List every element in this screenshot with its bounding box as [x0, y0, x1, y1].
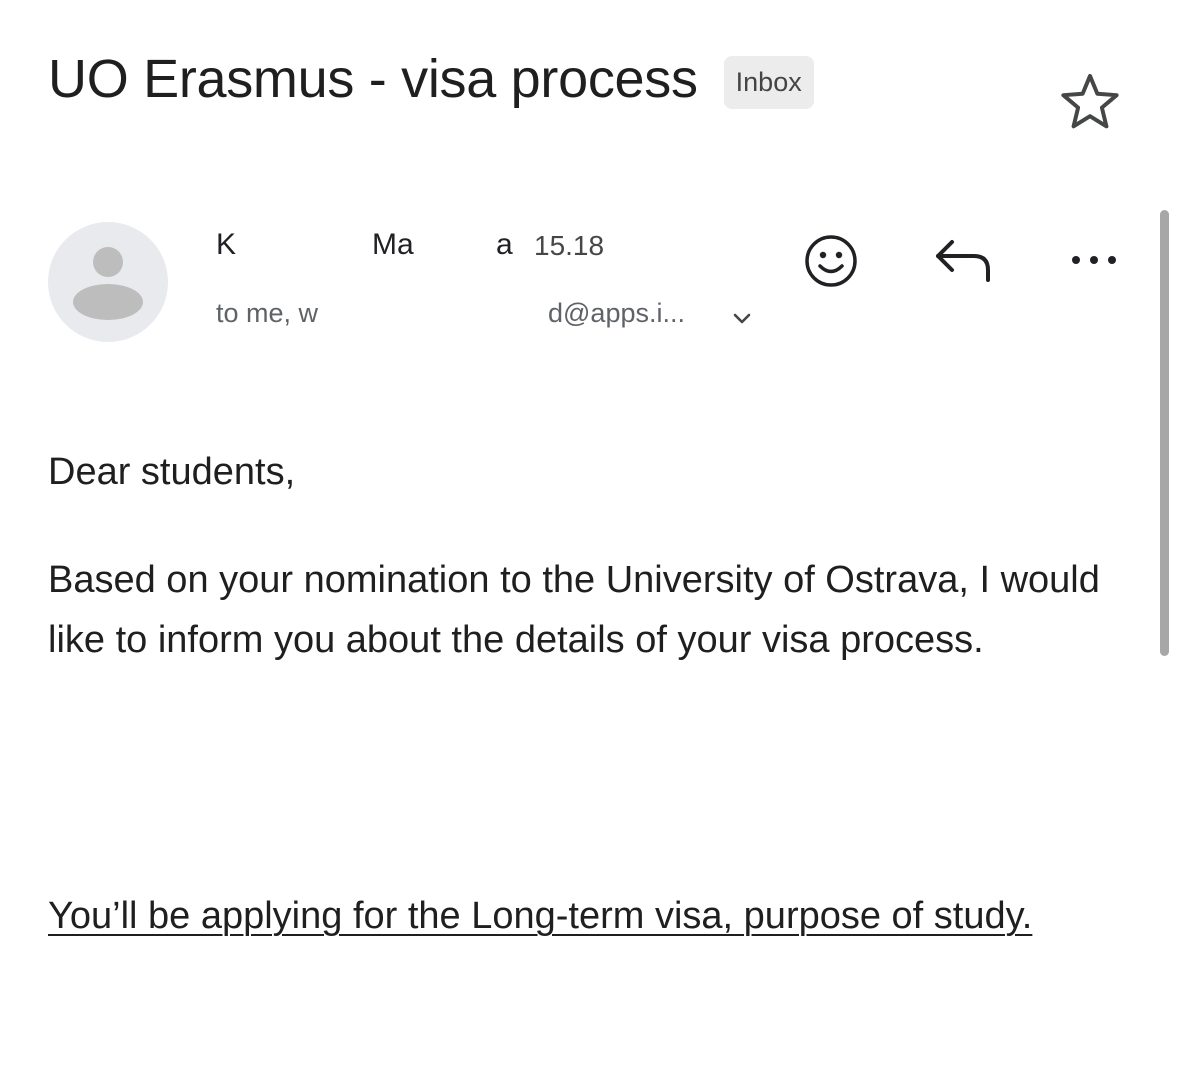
email-body-link-text[interactable]: You’ll be applying for the Long-term vis… — [48, 886, 1138, 946]
email-greeting: Dear students, — [48, 451, 296, 493]
recipients-summary[interactable]: to me, w — [216, 298, 318, 329]
sender-name-fragment: a — [496, 228, 513, 261]
sender-name-fragment: Ma — [372, 228, 414, 261]
default-avatar-icon — [73, 247, 143, 320]
more-options-icon[interactable] — [1066, 246, 1122, 274]
scrollbar[interactable] — [1160, 210, 1169, 656]
sender-avatar[interactable] — [48, 222, 168, 342]
reply-icon[interactable] — [930, 234, 996, 286]
chevron-down-icon[interactable] — [730, 306, 754, 330]
add-emoji-reaction-icon[interactable] — [800, 230, 862, 292]
email-body-paragraph: Based on your nomination to the Universi… — [48, 559, 1100, 661]
inbox-label-chip[interactable]: Inbox — [723, 55, 814, 109]
email-time: 15.18 — [534, 230, 605, 261]
subject-row: UO Erasmus - visa process Inbox — [48, 44, 814, 114]
email-subject: UO Erasmus - visa process — [48, 49, 698, 109]
recipients-summary-truncated[interactable]: d@apps.i... — [548, 298, 685, 329]
star-icon[interactable] — [1056, 68, 1124, 136]
sender-name[interactable]: K — [216, 228, 236, 262]
